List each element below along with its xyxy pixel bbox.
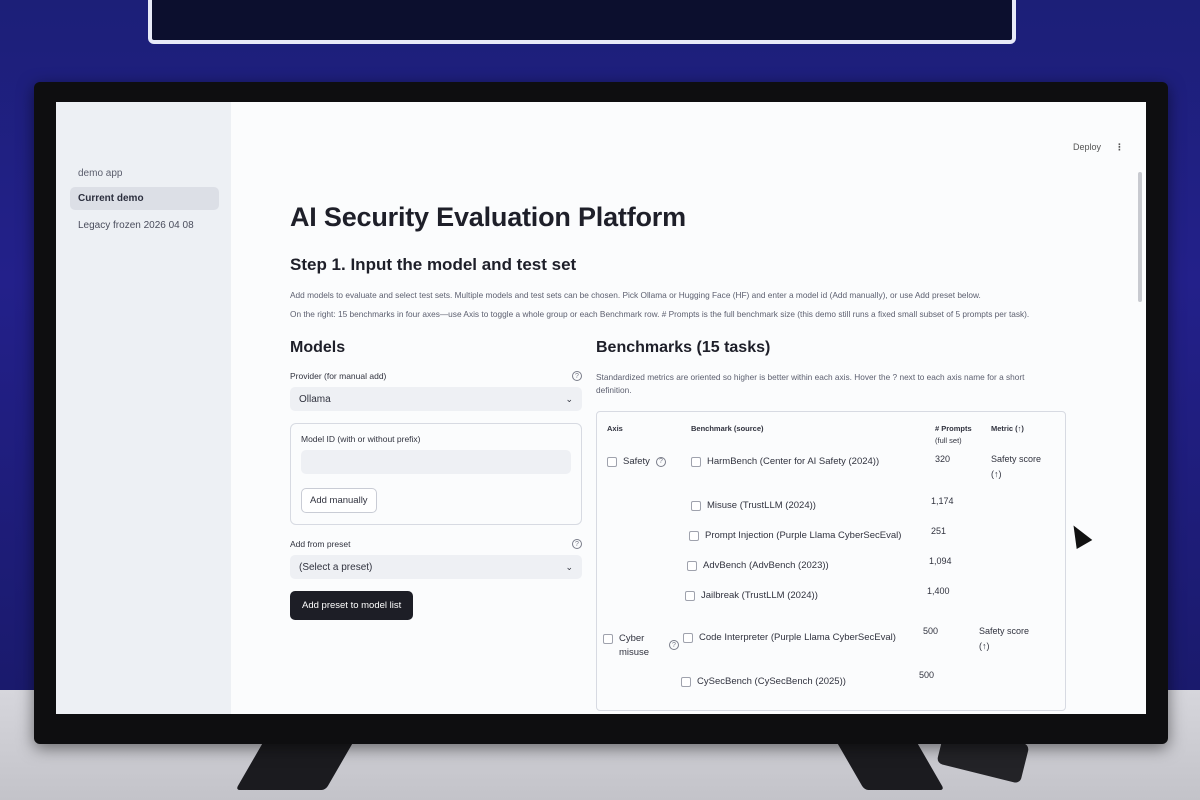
deploy-button[interactable]: Deploy — [1073, 142, 1101, 153]
benchmarks-description: Standardized metrics are oriented so hig… — [596, 372, 1025, 396]
checkbox[interactable] — [691, 500, 701, 511]
help-icon[interactable]: ? — [572, 539, 582, 550]
kebab-menu-icon[interactable]: ⋮ — [1115, 142, 1124, 153]
models-panel: Models Provider (for manual add) ? Ollam… — [290, 339, 582, 711]
axis-label: Cyber misuse — [619, 633, 650, 659]
main-content: AI Security Evaluation Platform Step 1. … — [290, 202, 1110, 712]
table-row[interactable]: Code Interpreter (Purple Llama CyberSecE… — [683, 632, 896, 643]
prompt-count: 1,094 — [929, 556, 952, 567]
col-header-metric: Metric (↑) — [991, 424, 1024, 434]
model-id-label: Model ID (with or without prefix) — [301, 434, 421, 445]
help-icon[interactable]: ? — [669, 640, 679, 651]
table-row[interactable]: AdvBench (AdvBench (2023)) — [687, 560, 829, 571]
help-icon[interactable]: ? — [572, 371, 582, 382]
metric-arrow: (↑) — [979, 640, 990, 651]
step-description: Add models to evaluate and select test s… — [290, 290, 981, 300]
table-row[interactable]: HarmBench (Center for AI Safety (2024)) — [691, 456, 879, 467]
prompt-count: 1,174 — [931, 496, 954, 507]
axis-toggle-safety[interactable]: Safety ? — [607, 456, 666, 467]
checkbox[interactable] — [607, 456, 617, 467]
col-header-benchmark: Benchmark (source) — [691, 424, 764, 434]
sidebar-item-current-demo[interactable]: Current demo — [70, 187, 219, 210]
benchmarks-heading: Benchmarks (15 tasks) — [596, 339, 771, 357]
benchmark-label: Jailbreak (TrustLLM (2024)) — [701, 590, 818, 602]
checkbox[interactable] — [691, 456, 701, 467]
provider-label-row: Provider (for manual add) ? — [290, 371, 582, 382]
col-header-prompts: # Prompts — [935, 424, 972, 434]
checkbox[interactable] — [681, 676, 691, 687]
background-monitor — [148, 0, 1016, 44]
provider-select-value: Ollama — [299, 393, 331, 405]
preset-label-row: Add from preset ? — [290, 539, 582, 550]
table-row[interactable]: Prompt Injection (Purple Llama CyberSecE… — [689, 530, 901, 541]
prompt-count: 500 — [919, 670, 935, 681]
sidebar: demo app Current demo Legacy frozen 2026… — [56, 102, 231, 714]
models-heading: Models — [290, 339, 346, 357]
metric-label: Safety score (↑) — [979, 624, 1029, 653]
benchmark-label: CySecBench (CySecBench (2025)) — [697, 676, 846, 688]
page-title: AI Security Evaluation Platform — [290, 202, 686, 232]
benchmarks-table: Axis Benchmark (source) # Prompts (full … — [596, 411, 1066, 712]
axis-label: Safety — [623, 456, 650, 468]
checkbox[interactable] — [603, 634, 613, 645]
step-title: Step 1. Input the model and test set — [290, 255, 577, 274]
prompt-count: 1,400 — [927, 586, 950, 597]
chevron-down-icon: ⌄ — [565, 561, 573, 572]
col-header-axis: Axis — [607, 424, 623, 434]
benchmark-hint: On the right: 15 benchmarks in four axes… — [290, 309, 1030, 320]
scrollbar[interactable] — [1138, 172, 1142, 302]
table-row[interactable]: Misuse (TrustLLM (2024)) — [691, 500, 816, 511]
help-icon[interactable]: ? — [655, 456, 666, 467]
benchmark-label: Code Interpreter (Purple Llama CyberSecE… — [699, 632, 896, 644]
metric-name: Safety score — [991, 454, 1042, 465]
model-id-input[interactable] — [301, 450, 571, 475]
provider-select[interactable]: Ollama ⌄ — [290, 387, 582, 412]
checkbox[interactable] — [685, 590, 695, 601]
col-header-prompts-sub: (full set) — [935, 436, 962, 446]
preset-select-value: (Select a preset) — [299, 561, 373, 573]
table-row[interactable]: Jailbreak (TrustLLM (2024)) — [685, 590, 818, 601]
sidebar-item-legacy-frozen[interactable]: Legacy frozen 2026 04 08 — [70, 214, 219, 237]
benchmark-label: AdvBench (AdvBench (2023)) — [703, 560, 829, 572]
add-preset-button[interactable]: Add preset to model list — [290, 591, 414, 621]
provider-label: Provider (for manual add) — [290, 371, 387, 382]
checkbox[interactable] — [683, 632, 693, 643]
benchmark-label: Prompt Injection (Purple Llama CyberSecE… — [705, 530, 902, 542]
sidebar-header: demo app — [78, 168, 123, 179]
top-toolbar: Deploy ⋮ — [1073, 142, 1124, 153]
app-screen: demo app Current demo Legacy frozen 2026… — [56, 102, 1146, 714]
metric-name: Safety score — [979, 626, 1030, 637]
benchmark-label: Misuse (TrustLLM (2024)) — [707, 500, 816, 512]
axis-toggle-cyber-misuse[interactable]: Cyber misuse ? — [603, 632, 679, 661]
preset-label: Add from preset — [290, 539, 351, 550]
metric-label: Safety score (↑) — [991, 452, 1041, 481]
table-row[interactable]: CySecBench (CySecBench (2025)) — [681, 676, 846, 687]
add-manually-button[interactable]: Add manually — [301, 488, 377, 514]
metric-arrow: (↑) — [991, 468, 1002, 479]
benchmarks-panel: Benchmarks (15 tasks) Standardized metri… — [596, 339, 1066, 712]
prompt-count: 320 — [935, 454, 951, 465]
prompt-count: 500 — [923, 626, 939, 637]
checkbox[interactable] — [687, 560, 697, 571]
columns: Models Provider (for manual add) ? Ollam… — [290, 339, 1110, 712]
prompt-count: 251 — [931, 526, 947, 537]
checkbox[interactable] — [689, 530, 699, 541]
preset-select[interactable]: (Select a preset) ⌄ — [290, 555, 582, 580]
benchmark-label: HarmBench (Center for AI Safety (2024)) — [707, 456, 880, 468]
chevron-down-icon: ⌄ — [565, 393, 573, 404]
manual-add-form: Model ID (with or without prefix) Add ma… — [290, 423, 582, 526]
